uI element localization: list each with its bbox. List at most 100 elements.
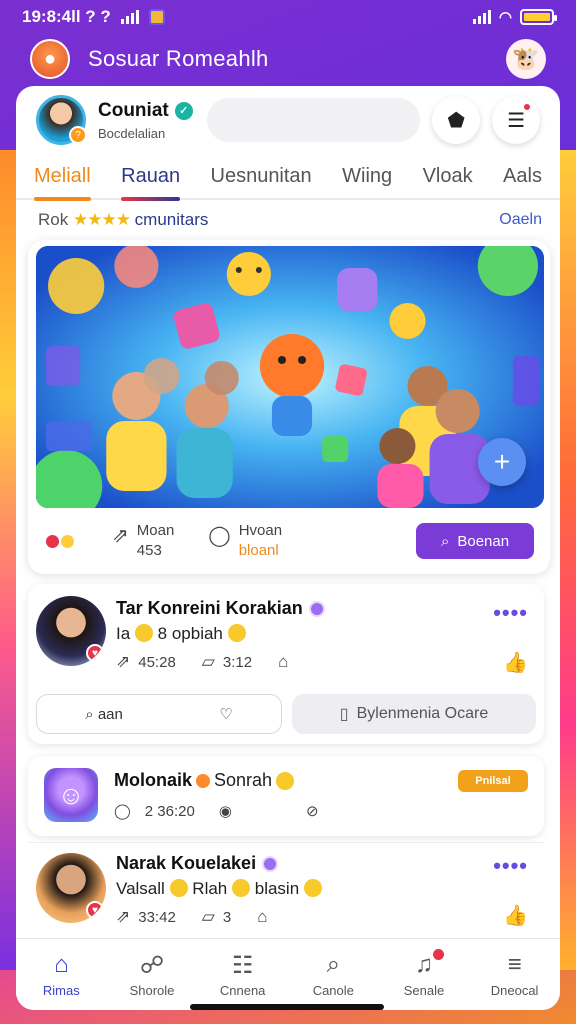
house-icon: ⌂ xyxy=(257,907,268,926)
messages-icon: ☰ xyxy=(507,109,526,132)
tab-vloak[interactable]: Vloak xyxy=(423,153,473,199)
featured-card[interactable]: + ⇗ Moan 453 ◯ Hvoan bloanl ⌕ Boenan xyxy=(28,240,550,574)
reply-box[interactable]: ⌕ aan ♡ xyxy=(36,694,282,734)
meta1-line1: Moan xyxy=(136,522,175,539)
post-stat: 2 36:20 xyxy=(144,802,195,820)
comment-count: 3 xyxy=(222,908,232,926)
share-icon[interactable]: ⊘ xyxy=(306,802,319,820)
live-icon xyxy=(46,534,78,548)
main-card: ? Couniat ✓ Bocdelalian ⬟ ☰ Meliall Raua… xyxy=(16,86,560,1010)
mascot-avatar-icon[interactable]: 🐮 xyxy=(506,39,546,79)
nav-dneocal-label: Dneocal xyxy=(490,983,539,998)
heart-badge-icon: ♥ xyxy=(86,901,104,919)
post-title: Narak Kouelakei xyxy=(116,853,257,873)
featured-action-button[interactable]: ⌕ Boenan xyxy=(416,523,534,559)
user-avatar[interactable]: ? xyxy=(36,95,87,145)
more-options-icon[interactable]: •••• xyxy=(493,600,528,626)
house-icon: ⌂ xyxy=(278,652,289,671)
cellular-icon xyxy=(472,10,491,24)
home-indicator[interactable] xyxy=(190,1004,384,1010)
tab-uesnunitan[interactable]: Uesnunitan xyxy=(211,153,312,199)
comment-stat[interactable]: ▱ 3 xyxy=(202,907,231,927)
nav-cnnena-label: Cnnena xyxy=(219,983,266,998)
post-stats: ◯ 2 36:20 ◉ ⊘ xyxy=(114,802,319,821)
post-subtitle-c: blasin xyxy=(254,879,300,898)
nav-senale-label: Senale xyxy=(403,983,445,998)
nav-cnnena[interactable]: ☷ Cnnena xyxy=(203,951,283,999)
like-outline-icon: ♡ xyxy=(219,706,233,723)
app-header: ● Sosuar Romeahlh 🐮 xyxy=(0,34,576,84)
smile-emoji-icon xyxy=(232,879,250,897)
chat-icon: ☷ xyxy=(231,951,254,979)
home-stat[interactable]: ⌂ xyxy=(278,652,288,672)
level-badge-icon: ? xyxy=(69,126,87,144)
post-title-row: Narak Kouelakei xyxy=(116,853,279,874)
post-subtitle-a: Ia xyxy=(116,624,131,643)
share-count: 45:28 xyxy=(138,653,176,671)
search-icon: ⌕ xyxy=(85,705,98,723)
like-icon[interactable]: 👍 xyxy=(503,903,528,928)
search-input[interactable] xyxy=(206,98,421,142)
secondary-action-button[interactable]: ▯ Bylenmenia Ocare xyxy=(292,694,536,734)
verified-icon xyxy=(262,855,279,872)
status-bar: 19:8:4ll ? ? ◠ xyxy=(0,0,576,34)
tab-meliall[interactable]: Meliall xyxy=(34,153,91,201)
comment-count: 3:12 xyxy=(222,653,253,671)
post-author-avatar[interactable]: ♥ xyxy=(36,853,106,923)
messages-button[interactable]: ☰ xyxy=(492,96,540,144)
nav-canole[interactable]: ⌕ Canole xyxy=(293,951,373,998)
like-icon[interactable]: 👍 xyxy=(503,650,528,675)
hero-illustration-art xyxy=(36,246,544,508)
post-card[interactable]: ♥ Tar Konreini Korakian Ia 8 opbiah ⇗ 45:… xyxy=(28,584,544,744)
shield-button[interactable]: ⬟ xyxy=(432,96,481,144)
post-subtitle-b: 8 opbiah xyxy=(157,624,223,643)
section-open-link[interactable]: Oaeln xyxy=(499,211,542,229)
fire-icon xyxy=(196,773,211,788)
nav-shorole-label: Shorole xyxy=(129,983,175,998)
search-icon: ⌕ xyxy=(440,532,450,550)
nav-home-label: Rimas xyxy=(42,983,80,998)
post-author-avatar[interactable]: ♥ xyxy=(36,596,106,666)
nav-senale[interactable]: ♫ Senale xyxy=(384,949,464,998)
add-fab-button[interactable]: + xyxy=(478,438,526,486)
post-card[interactable]: ☺ Molonaik Sonrah ◯ 2 36:20 ◉ ⊘ Pnilsal xyxy=(28,756,544,836)
post-subtitle: Valsall Rlah blasin xyxy=(116,879,322,899)
post-action-row: ⌕ aan ♡ ▯ Bylenmenia Ocare xyxy=(36,694,536,734)
section-header: Rok ★★★★ cmunitars Oaeln xyxy=(38,210,542,230)
tab-rauan[interactable]: Rauan xyxy=(121,153,180,201)
nav-shorole[interactable]: ☍ Shorole xyxy=(112,951,192,999)
featured-button-label: Boenan xyxy=(457,532,510,550)
people-icon: ☍ xyxy=(139,951,165,979)
tab-wiing[interactable]: Wiing xyxy=(342,153,392,199)
section-prefix: Rok xyxy=(38,210,69,229)
search-reply-group: ⌕ aan xyxy=(85,706,123,723)
smile-emoji-icon xyxy=(169,879,188,897)
signal-icon xyxy=(120,10,139,24)
section-title: cmunitars xyxy=(134,210,209,229)
smile-emoji-icon xyxy=(134,624,153,642)
tab-aals[interactable]: Aals xyxy=(503,153,542,199)
post-stats: ⇗ 33:42 ▱ 3 ⌂ xyxy=(116,907,528,927)
mascot-avatar[interactable]: ☺ xyxy=(44,768,98,822)
category-tabs: Meliall Rauan Uesnunitan Wiing Vloak Aal… xyxy=(16,153,560,201)
comment-icon: ◯ xyxy=(114,803,131,820)
nav-home[interactable]: ⌂ Rimas xyxy=(21,951,101,998)
post-card[interactable]: ♥ Narak Kouelakei Valsall Rlah blasin ⇗ 3… xyxy=(28,842,544,938)
app-logo-icon[interactable]: ● xyxy=(30,39,70,79)
meta2-line1: Hvoan xyxy=(238,522,283,539)
share-stat[interactable]: ⇗ 45:28 xyxy=(116,652,176,672)
comment-stat[interactable]: ▱ 3:12 xyxy=(202,652,252,672)
share-stat[interactable]: ⇗ 33:42 xyxy=(116,907,176,927)
meta-block-1[interactable]: ⇗ Moan 453 xyxy=(112,521,174,561)
nav-dneocal[interactable]: ≡ Dneocal xyxy=(475,951,555,998)
record-icon: ◉ xyxy=(218,803,232,820)
home-stat[interactable]: ⌂ xyxy=(257,907,267,927)
notification-dot xyxy=(522,102,532,112)
meta2-line2: bloanl xyxy=(238,542,279,559)
app-title: Sosuar Romeahlh xyxy=(88,46,269,71)
meta-block-2[interactable]: ◯ Hvoan bloanl xyxy=(208,521,282,561)
verified-icon: ✓ xyxy=(174,101,193,120)
more-options-icon[interactable]: •••• xyxy=(493,853,528,879)
section-label: Rok ★★★★ cmunitars xyxy=(38,210,208,230)
plus-icon: + xyxy=(493,446,511,477)
